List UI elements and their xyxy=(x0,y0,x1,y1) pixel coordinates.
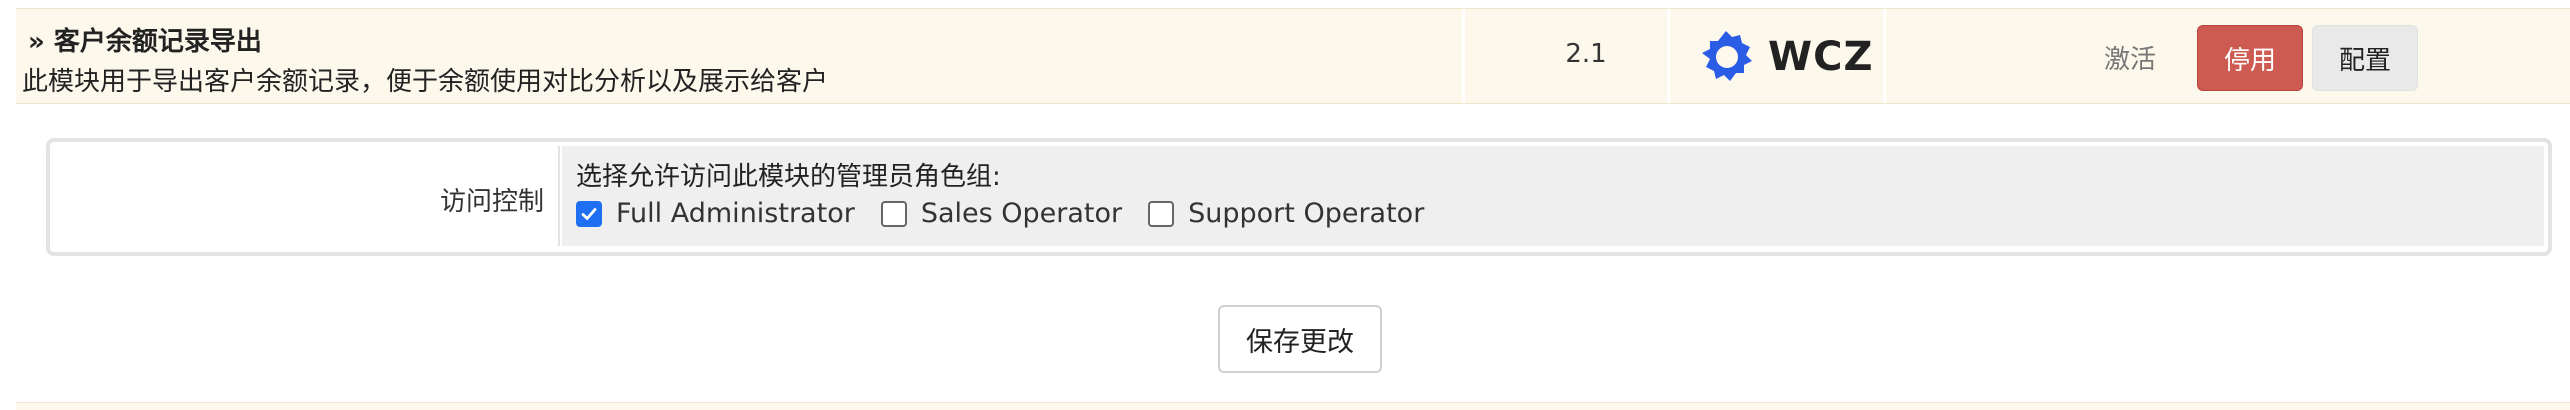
activate-link[interactable]: 激活 xyxy=(2104,39,2156,76)
column-divider xyxy=(1883,9,1886,103)
full-administrator-checkbox[interactable] xyxy=(576,200,602,227)
column-divider xyxy=(1462,9,1465,103)
gear-logo-icon xyxy=(1696,27,1756,87)
module-title: » 客户余额记录导出 xyxy=(28,27,262,57)
access-control-label-cell: 访问控制 xyxy=(56,146,560,246)
sales-operator-checkbox[interactable] xyxy=(880,200,907,227)
disable-button[interactable]: 停用 xyxy=(2197,25,2303,91)
support-operator-checkbox[interactable] xyxy=(1148,200,1175,227)
next-module-row-edge xyxy=(16,402,2570,410)
save-changes-button[interactable]: 保存更改 xyxy=(1218,305,1382,373)
role-checkbox-group: Full Administrator Sales Operator Suppor… xyxy=(576,198,1450,229)
role-label: Support Operator xyxy=(1188,198,1425,229)
config-button[interactable]: 配置 xyxy=(2312,25,2418,91)
module-version: 2.1 xyxy=(1565,39,1607,69)
module-row: » 客户余额记录导出 此模块用于导出客户余额记录，便于余额使用对比分析以及展示给… xyxy=(16,8,2570,104)
vendor-logo: WCZ xyxy=(1696,29,1873,85)
access-control-content: 选择允许访问此模块的管理员角色组: Full Administrator Sal… xyxy=(562,146,2544,246)
checkmark-icon xyxy=(581,207,597,220)
access-control-label: 访问控制 xyxy=(439,187,544,217)
vendor-logo-text: WCZ xyxy=(1768,34,1874,80)
role-option-support-operator[interactable]: Support Operator xyxy=(1148,198,1424,229)
module-description: 此模块用于导出客户余额记录，便于余额使用对比分析以及展示给客户 xyxy=(22,67,829,97)
role-option-sales-operator[interactable]: Sales Operator xyxy=(880,198,1123,229)
role-label: Sales Operator xyxy=(920,198,1123,229)
role-option-full-administrator[interactable]: Full Administrator xyxy=(576,198,855,229)
role-label: Full Administrator xyxy=(616,198,855,229)
access-control-panel: 访问控制 选择允许访问此模块的管理员角色组: Full Administrato… xyxy=(46,138,2552,256)
access-control-heading: 选择允许访问此模块的管理员角色组: xyxy=(576,162,1001,192)
